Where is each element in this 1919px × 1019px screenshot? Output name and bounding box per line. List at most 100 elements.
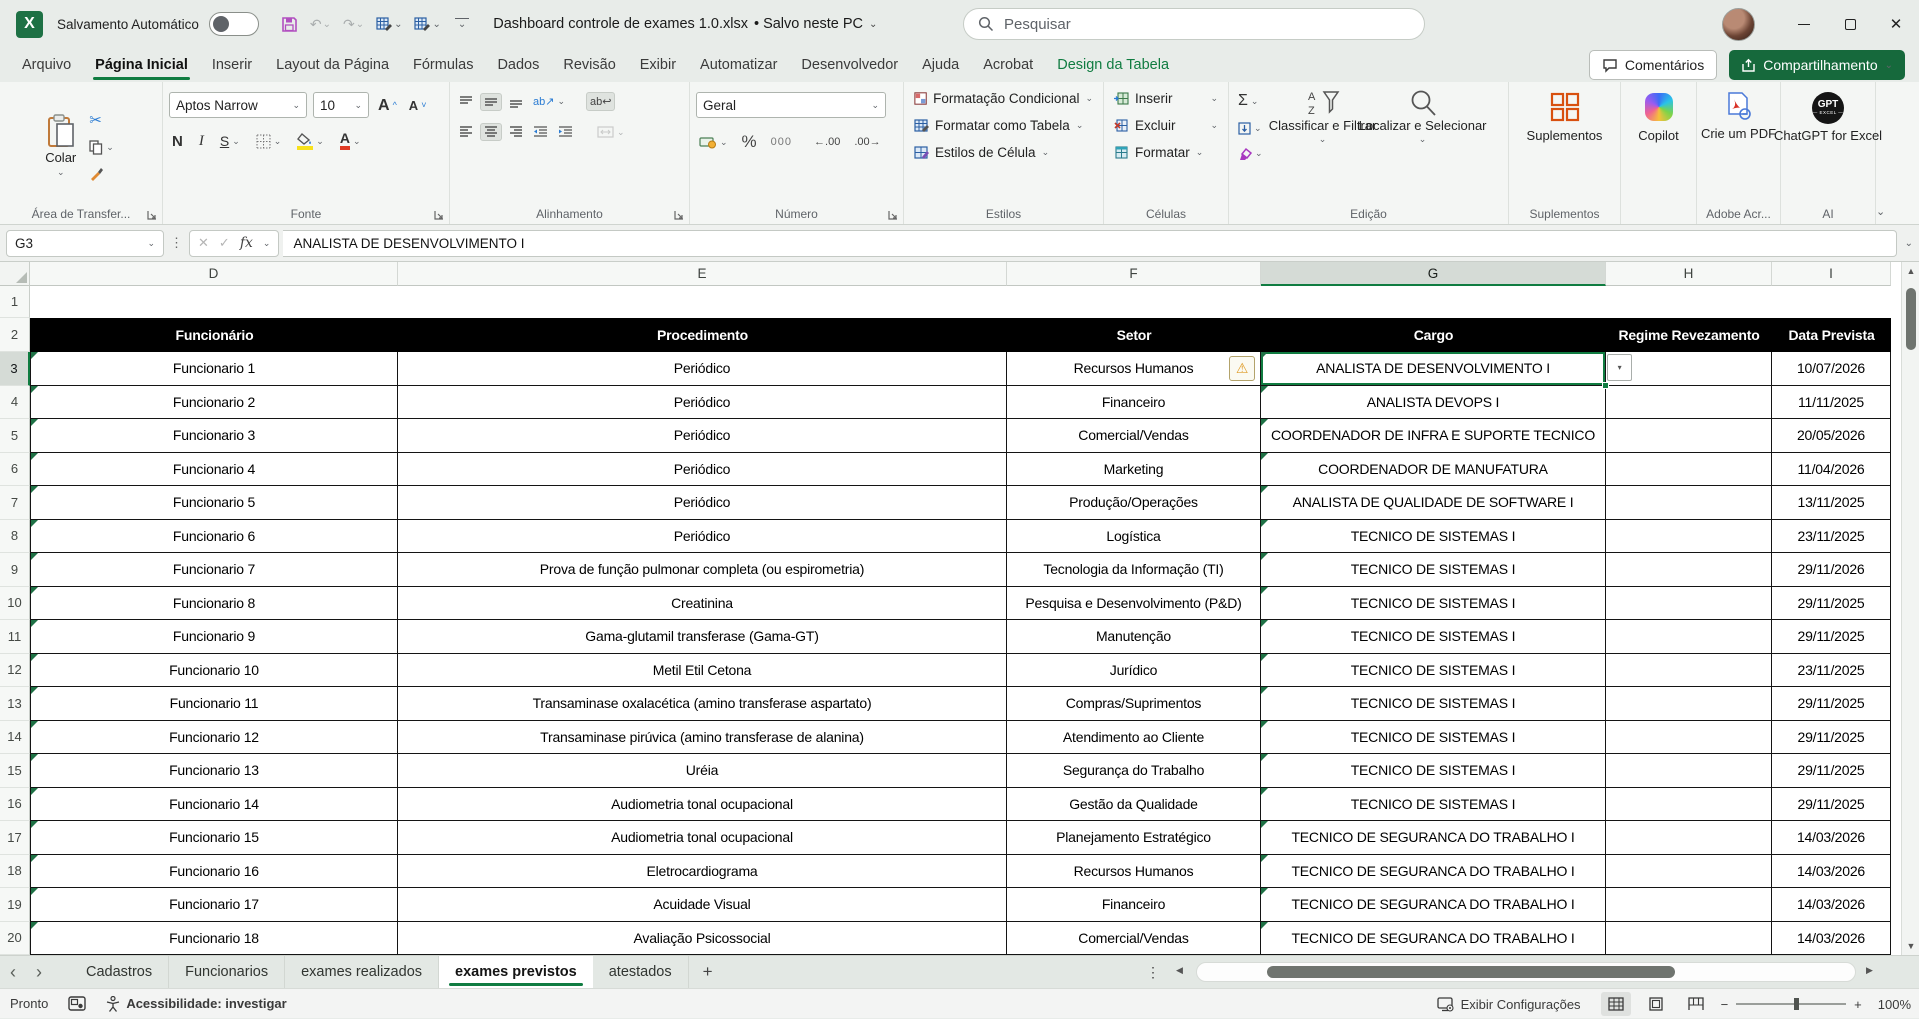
cell-G7[interactable]: ANALISTA DE QUALIDADE DE SOFTWARE I [1261,486,1606,520]
cell-I1[interactable] [1772,286,1891,318]
cell-I10[interactable]: 29/11/2025 [1772,587,1891,621]
cell-I12[interactable]: 23/11/2025 [1772,654,1891,688]
table-header-I2[interactable]: Data Prevista [1772,318,1891,352]
cell-E4[interactable]: Periódico [398,386,1007,420]
row-header-19[interactable]: 19 [0,888,30,922]
cell-I16[interactable]: 29/11/2025 [1772,788,1891,822]
cell-H14[interactable] [1606,721,1772,755]
row-header-6[interactable]: 6 [0,453,30,487]
table-header-H2[interactable]: Regime Revezamento [1606,318,1772,352]
table-draw-icon[interactable]: ⌄ [372,14,406,35]
cancel-entry-icon[interactable]: ✕ [198,235,209,251]
cell-D10[interactable]: Funcionario 8 [30,587,398,621]
decrease-indent-icon[interactable] [530,124,551,140]
insert-cells-button[interactable]: Inserir⌄ [1110,88,1222,109]
cell-E11[interactable]: Gama-glutamil transferase (Gama-GT) [398,620,1007,654]
ribbon-tab-desenvolvedor[interactable]: Desenvolvedor [789,51,910,79]
row-header-20[interactable]: 20 [0,922,30,956]
maximize-button[interactable] [1827,0,1873,48]
delete-cells-button[interactable]: Excluir⌄ [1110,115,1222,136]
horizontal-scroll-thumb[interactable] [1267,966,1675,978]
increase-indent-icon[interactable] [555,124,576,140]
cell-F3[interactable]: Recursos Humanos⚠ [1007,352,1261,386]
find-select-button[interactable]: Localizar e Selecionar⌄ [1380,88,1466,145]
cell-G8[interactable]: TECNICO DE SISTEMAS I [1261,520,1606,554]
cell-E12[interactable]: Metil Etil Cetona [398,654,1007,688]
cell-G4[interactable]: ANALISTA DEVOPS I [1261,386,1606,420]
horizontal-scrollbar[interactable] [1196,962,1856,982]
name-box[interactable]: G3 ⌄ [6,230,164,257]
select-all-corner[interactable] [0,262,30,286]
align-bottom-icon[interactable] [506,94,526,110]
fill-color-button[interactable]: ⌄ [294,131,327,152]
excel-logo-icon[interactable]: X [16,11,43,38]
fill-handle[interactable] [1602,382,1609,389]
fx-chevron-icon[interactable]: ⌄ [263,238,271,249]
sheet-tab-atestados[interactable]: atestados [593,956,689,989]
cell-F7[interactable]: Produção/Operações [1007,486,1261,520]
cell-I14[interactable]: 29/11/2025 [1772,721,1891,755]
cell-I7[interactable]: 13/11/2025 [1772,486,1891,520]
ribbon-tab-f-rmulas[interactable]: Fórmulas [401,51,485,79]
row-header-10[interactable]: 10 [0,587,30,621]
cell-I13[interactable]: 29/11/2025 [1772,687,1891,721]
page-layout-view-icon[interactable] [1641,992,1671,1016]
decrease-decimal-button[interactable]: .00→ [851,134,883,150]
cell-H16[interactable] [1606,788,1772,822]
namebox-chevron-icon[interactable]: ⌄ [147,238,155,249]
font-size-select[interactable]: 10⌄ [313,92,369,118]
ribbon-tab-p-gina-inicial[interactable]: Página Inicial [83,51,200,79]
column-header-D[interactable]: D [30,262,398,286]
row-header-5[interactable]: 5 [0,419,30,453]
cell-E5[interactable]: Periódico [398,419,1007,453]
data-validation-dropdown-icon[interactable]: ▾ [1607,354,1632,381]
cell-I20[interactable]: 14/03/2026 [1772,922,1891,956]
table-header-F2[interactable]: Setor [1007,318,1261,352]
cell-F10[interactable]: Pesquisa e Desenvolvimento (P&D) [1007,587,1261,621]
cell-E8[interactable]: Periódico [398,520,1007,554]
row-header-3[interactable]: 3 [0,352,30,386]
add-sheet-button[interactable]: + [689,962,727,982]
cell-D16[interactable]: Funcionario 14 [30,788,398,822]
grow-font-button[interactable]: A^ [375,97,400,114]
ribbon-tab-design-da-tabela[interactable]: Design da Tabela [1045,51,1181,79]
wrap-text-button[interactable]: ab↩ [586,92,615,111]
cell-H4[interactable] [1606,386,1772,420]
confirm-entry-icon[interactable]: ✓ [219,235,230,251]
cell-I15[interactable]: 29/11/2025 [1772,754,1891,788]
column-header-H[interactable]: H [1606,262,1772,286]
align-top-icon[interactable] [456,94,476,110]
row-header-17[interactable]: 17 [0,821,30,855]
percent-style-button[interactable]: % [739,130,760,154]
cell-H13[interactable] [1606,687,1772,721]
cell-F12[interactable]: Jurídico [1007,654,1261,688]
cell-G11[interactable]: TECNICO DE SISTEMAS I [1261,620,1606,654]
clipboard-dialog-launcher-icon[interactable] [147,210,157,220]
table-header-E2[interactable]: Procedimento [398,318,1007,352]
cell-D5[interactable]: Funcionario 3 [30,419,398,453]
paste-button[interactable]: Colar ⌄ [45,114,76,177]
cell-D20[interactable]: Funcionario 18 [30,922,398,956]
column-header-E[interactable]: E [398,262,1007,286]
sheet-tab-exames-realizados[interactable]: exames realizados [285,956,439,989]
cell-D15[interactable]: Funcionario 13 [30,754,398,788]
font-color-button[interactable]: A ⌄ [337,130,364,152]
ribbon-tab-acrobat[interactable]: Acrobat [971,51,1045,79]
cell-G3[interactable]: ANALISTA DE DESENVOLVIMENTO I▾ [1261,352,1606,386]
cell-D12[interactable]: Funcionario 10 [30,654,398,688]
cell-G15[interactable]: TECNICO DE SISTEMAS I [1261,754,1606,788]
format-cells-button[interactable]: Formatar⌄ [1110,142,1222,163]
cut-icon[interactable]: ✂ [86,109,105,131]
row-header-16[interactable]: 16 [0,788,30,822]
fill-button[interactable]: ⌄ [1235,120,1265,137]
row-header-4[interactable]: 4 [0,386,30,420]
ribbon-tab-dados[interactable]: Dados [485,51,551,79]
zoom-slider[interactable] [1736,1003,1846,1005]
table-style-icon[interactable]: ⌄ [410,14,444,35]
sort-filter-button[interactable]: AZ Classificar e Filtrar⌄ [1280,88,1366,145]
ribbon-tab-exibir[interactable]: Exibir [628,51,688,79]
cell-D4[interactable]: Funcionario 2 [30,386,398,420]
align-left-icon[interactable] [456,124,476,140]
ribbon-tab-revis-o[interactable]: Revisão [551,51,627,79]
clear-button[interactable]: ⌄ [1235,145,1266,162]
